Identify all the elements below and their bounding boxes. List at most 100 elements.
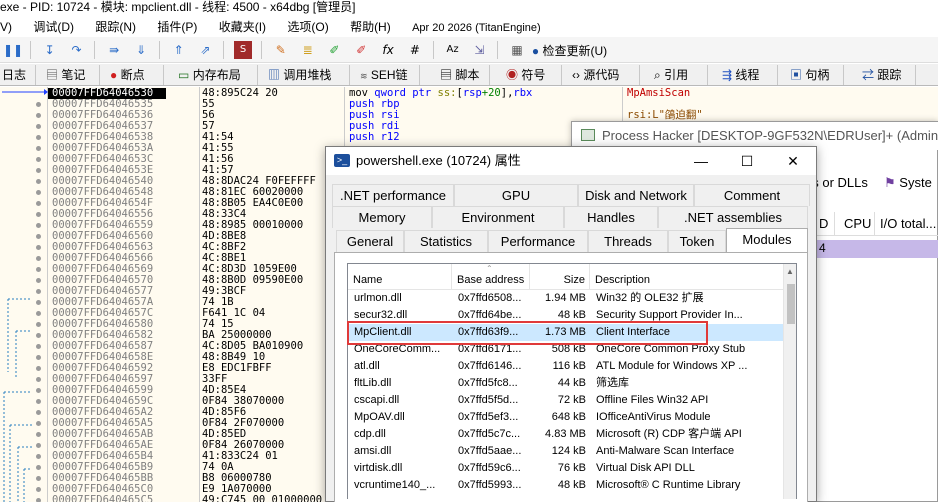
calculator-icon[interactable]: ▦ [508, 41, 526, 59]
tab-comment[interactable]: Comment [694, 184, 810, 206]
calls-icon[interactable]: ⇲ [470, 41, 488, 59]
tab-disk-network[interactable]: Disk and Network [578, 184, 694, 206]
tab-modules[interactable]: Modules [726, 228, 808, 253]
close-button[interactable]: ✕ [770, 147, 816, 175]
breakpoint-dot[interactable] [36, 322, 41, 327]
menu-help[interactable]: 帮助(H) [350, 20, 391, 34]
modules-list[interactable]: Name Base address ⌃ Size Description url… [347, 263, 797, 499]
trace-into-icon[interactable]: ⇛ [105, 41, 123, 59]
breakpoint-dot[interactable] [36, 476, 41, 481]
tab-dotnet-assemblies[interactable]: .NET assemblies [658, 206, 808, 228]
tab-trace[interactable]: ⇄ 跟踪 [856, 65, 916, 85]
breakpoint-dot[interactable] [36, 146, 41, 151]
tab-memory[interactable]: Memory [332, 206, 432, 228]
breakpoint-dot[interactable] [36, 487, 41, 492]
breakpoint-dot[interactable] [36, 278, 41, 283]
tab-source[interactable]: ‹› 源代码 [566, 65, 640, 85]
tab-breakpoints[interactable]: ● 断点 [104, 65, 164, 85]
bookmarks-icon[interactable]: ✐ [352, 41, 370, 59]
breakpoint-dot[interactable] [36, 289, 41, 294]
tab-call-stack[interactable]: ▥ 调用堆栈 [262, 65, 350, 85]
module-row[interactable]: virtdisk.dll 0x7ffd59c6... 76 kB Virtual Di… [348, 460, 783, 477]
breakpoint-dot[interactable] [36, 498, 41, 502]
breakpoint-dot[interactable] [36, 333, 41, 338]
tab-log[interactable]: 日志 [0, 65, 36, 85]
tab-environment[interactable]: Environment [432, 206, 564, 228]
tab-handles[interactable]: Handles [564, 206, 658, 228]
breakpoint-dot[interactable] [36, 113, 41, 118]
tab-dotnet-performance[interactable]: .NET performance [332, 184, 454, 206]
breakpoint-dot[interactable] [36, 179, 41, 184]
breakpoint-dot[interactable] [36, 410, 41, 415]
breakpoint-dot[interactable] [36, 465, 41, 470]
breakpoint-dot[interactable] [36, 355, 41, 360]
breakpoint-dot[interactable] [36, 366, 41, 371]
breakpoint-dot[interactable] [36, 234, 41, 239]
tab-threads[interactable]: ⇶ 线程 [716, 65, 778, 85]
breakpoint-dot[interactable] [36, 399, 41, 404]
breakpoint-dot[interactable] [36, 443, 41, 448]
tab-threads[interactable]: Threads [588, 230, 668, 252]
tab-notes[interactable]: ▤ 笔记 [40, 65, 100, 85]
module-row[interactable]: urlmon.dll 0x7ffd6508... 1.94 MB Win32 的 OL… [348, 290, 783, 307]
module-row[interactable]: fltLib.dll 0x7ffd5fc8... 44 kB 筛选库 [348, 375, 783, 392]
breakpoint-dot[interactable] [36, 157, 41, 162]
column-pid[interactable]: D [819, 216, 828, 231]
step-over-icon[interactable]: ↷ [67, 41, 85, 59]
breakpoint-dot[interactable] [36, 201, 41, 206]
tab-token[interactable]: Token [668, 230, 726, 252]
breakpoint-dot[interactable] [36, 311, 41, 316]
labels-icon[interactable]: ✐ [325, 41, 343, 59]
breakpoint-dot[interactable] [36, 344, 41, 349]
tab-references[interactable]: ⌕ 引用 [648, 65, 708, 85]
breakpoint-dot[interactable] [36, 212, 41, 217]
comments-icon[interactable]: ≣ [299, 41, 317, 59]
scrollbar-thumb[interactable] [787, 284, 795, 324]
module-row[interactable]: atl.dll 0x7ffd6146... 116 kB ATL Module for… [348, 358, 783, 375]
tab-symbols[interactable]: ◉ 符号 [500, 65, 562, 85]
breakpoint-dot[interactable] [36, 377, 41, 382]
breakpoint-dot[interactable] [36, 454, 41, 459]
trace-over-icon[interactable]: ⇓ [132, 41, 150, 59]
breakpoint-dot[interactable] [36, 300, 41, 305]
vertical-scrollbar[interactable]: ▲ [783, 264, 796, 499]
address-cell[interactable]: 00007FFD640465C5 [48, 495, 153, 502]
minimize-button[interactable]: — [678, 147, 724, 175]
menu-view[interactable]: V) [0, 20, 12, 34]
breakpoint-dot[interactable] [36, 432, 41, 437]
patch-icon[interactable]: ✎ [272, 41, 290, 59]
module-row[interactable]: vcruntime140_... 0x7ffd5993... 48 kB Micros… [348, 477, 783, 494]
module-row[interactable]: MpOAV.dll 0x7ffd5ef3... 648 kB IOfficeAntiV… [348, 409, 783, 426]
breakpoint-dot[interactable] [36, 124, 41, 129]
tab-performance[interactable]: Performance [488, 230, 588, 252]
menu-plugins[interactable]: 插件(P) [157, 20, 197, 34]
execute-till-return-icon[interactable]: ⇑ [170, 41, 188, 59]
menu-favourites[interactable]: 收藏夹(I) [219, 20, 266, 34]
scylla-icon[interactable]: S [234, 41, 253, 59]
menu-options[interactable]: 选项(O) [287, 20, 328, 34]
column-size[interactable]: Size [530, 264, 590, 290]
column-cpu[interactable]: CPU [844, 216, 871, 231]
functions-icon[interactable]: fx [379, 41, 397, 59]
module-row[interactable]: amsi.dll 0x7ffd5aae... 124 kB Anti-Malware … [348, 443, 783, 460]
breakpoint-dot[interactable] [36, 223, 41, 228]
module-row[interactable]: cscapi.dll 0x7ffd5f5d... 72 kB Offline File… [348, 392, 783, 409]
breakpoint-dot[interactable] [36, 267, 41, 272]
column-description[interactable]: Description [590, 264, 783, 290]
tab-script[interactable]: ▤ 脚本 [434, 65, 490, 85]
variables-icon[interactable]: # [406, 41, 424, 59]
module-row[interactable]: cdp.dll 0x7ffd5c7c... 4.83 MB Microsoft (R)… [348, 426, 783, 443]
breakpoint-dot[interactable] [36, 135, 41, 140]
menu-debug[interactable]: 调试(D) [33, 20, 74, 34]
column-io-total[interactable]: I/O total... [880, 216, 936, 231]
run-to-user-code-icon[interactable]: ⇗ [196, 41, 214, 59]
breakpoint-dot[interactable] [36, 245, 41, 250]
breakpoint-dot[interactable] [36, 388, 41, 393]
tab-handles[interactable]: ▣ 句柄 [784, 65, 844, 85]
step-into-icon[interactable]: ↧ [41, 41, 59, 59]
breakpoint-dot[interactable] [36, 102, 41, 107]
instruction-cell[interactable]: push r12 [345, 132, 400, 143]
tab-system[interactable]: ⚑ Syste [884, 175, 932, 191]
tab-seh-chain[interactable]: ≋ SEH链 [354, 65, 420, 85]
column-name[interactable]: Name [348, 264, 452, 290]
